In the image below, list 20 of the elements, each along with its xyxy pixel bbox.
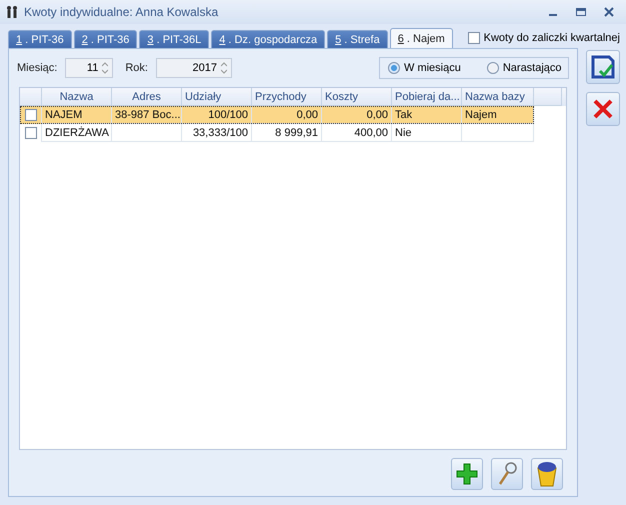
window-title: Kwoty indywidualne: Anna Kowalska: [24, 5, 220, 19]
month-field[interactable]: 11: [65, 58, 114, 78]
tab[interactable]: 5 . Strefa: [327, 30, 388, 48]
checkbox-label: Kwoty do zaliczki kwartalnej: [484, 32, 620, 44]
radio-label: W miesiącu: [404, 62, 461, 74]
year-field[interactable]: 2017: [156, 58, 232, 78]
tab[interactable]: 4 . Dz. gospodarcza: [211, 30, 326, 48]
table-cell: 400,00: [322, 124, 392, 142]
tab[interactable]: 2 . PIT-36: [74, 30, 138, 48]
tab[interactable]: 1 . PIT-36: [8, 30, 72, 48]
year-label: Rok:: [125, 62, 148, 74]
table-row[interactable]: NAJEM 38-987 Boc... 100/100 0,00 0,00 Tak Najem: [20, 106, 534, 124]
tab[interactable]: 3 . PIT-36L: [139, 30, 210, 48]
tab[interactable]: 6 . Najem: [390, 28, 453, 48]
month-label: Miesiąc:: [17, 62, 58, 74]
radio-label: Narastająco: [502, 62, 562, 74]
table-cell: 33,333/100: [182, 124, 252, 142]
table-cell: Nie: [392, 124, 462, 142]
table-cell: DZIERŻAWA: [42, 124, 112, 142]
table-cell: 8 999,91: [252, 124, 322, 142]
